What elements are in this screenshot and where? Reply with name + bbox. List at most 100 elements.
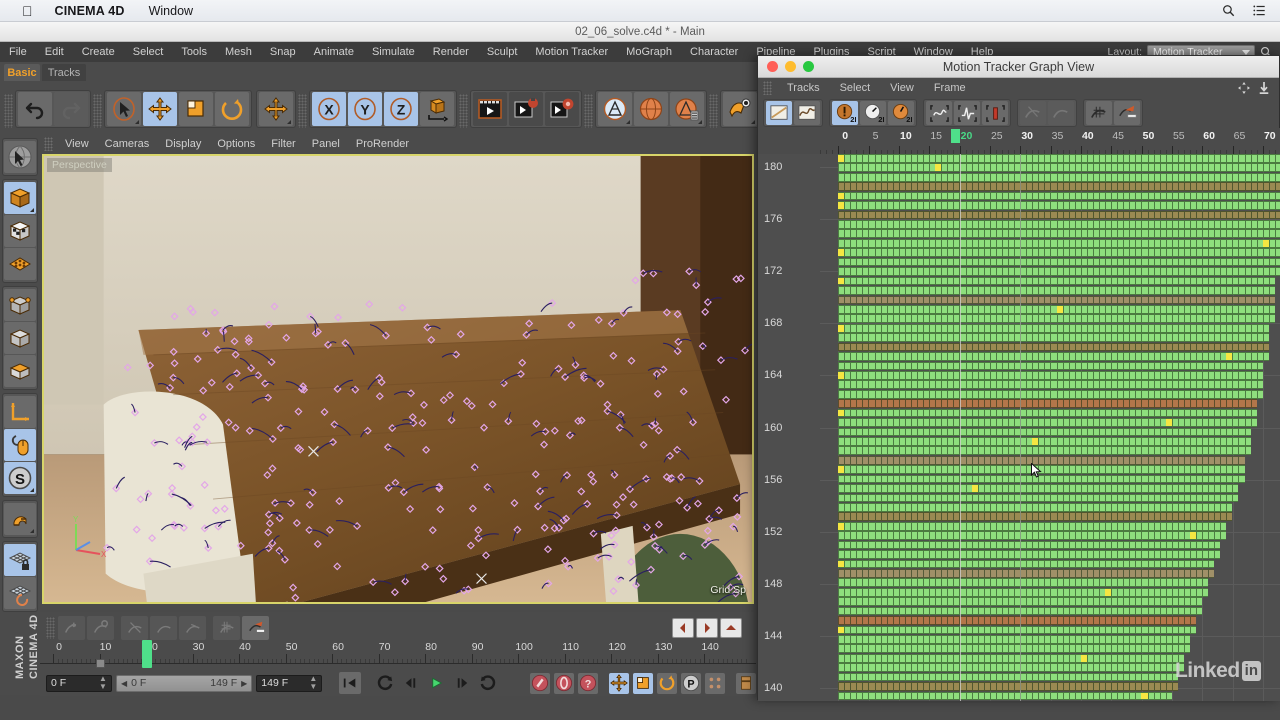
track-filter-icon[interactable] bbox=[1020, 101, 1046, 125]
z-axis-icon[interactable]: Z bbox=[384, 91, 418, 126]
track-row[interactable] bbox=[838, 691, 1172, 701]
edges-mode-icon[interactable] bbox=[4, 289, 36, 321]
track-row[interactable] bbox=[838, 191, 1280, 201]
scale-icon[interactable] bbox=[179, 91, 213, 126]
graph-playhead-marker[interactable] bbox=[950, 129, 960, 143]
step-forward-icon[interactable] bbox=[451, 672, 473, 694]
viewport-grip[interactable] bbox=[44, 137, 53, 151]
toolbar-grip-6[interactable] bbox=[709, 93, 718, 128]
key-param-icon[interactable] bbox=[213, 616, 240, 640]
track-row[interactable] bbox=[838, 493, 1239, 503]
track-row[interactable] bbox=[838, 436, 1251, 446]
mt-menu-select[interactable]: Select bbox=[830, 82, 881, 94]
viewport-canvas[interactable]: Perspective Grid Sp Y X bbox=[42, 154, 754, 604]
timeline-grip[interactable] bbox=[46, 617, 55, 639]
end-frame-field[interactable]: 149 F ▲ ▼ bbox=[256, 674, 323, 692]
viewport-menu-filter[interactable]: Filter bbox=[263, 138, 303, 150]
list-icon[interactable] bbox=[1253, 4, 1266, 17]
select-arrow-icon[interactable] bbox=[107, 91, 141, 126]
track-row[interactable] bbox=[838, 380, 1263, 390]
search-icon[interactable] bbox=[1222, 4, 1235, 17]
motion-tracker-grip[interactable] bbox=[763, 81, 772, 95]
track-row[interactable] bbox=[838, 635, 1190, 644]
track-row[interactable] bbox=[838, 163, 1280, 173]
delete-track-icon[interactable] bbox=[1086, 101, 1112, 125]
render-view-icon[interactable] bbox=[473, 91, 507, 126]
snap-s-icon[interactable]: S bbox=[4, 462, 36, 494]
key-scale-icon[interactable] bbox=[150, 616, 177, 640]
key-pla-icon[interactable] bbox=[242, 616, 269, 640]
track-row[interactable] bbox=[838, 304, 1275, 314]
track-row[interactable] bbox=[838, 672, 1178, 682]
track-row[interactable] bbox=[838, 540, 1221, 550]
live-selection-icon[interactable] bbox=[4, 141, 36, 173]
playhead-marker[interactable] bbox=[142, 640, 152, 668]
undo-icon[interactable] bbox=[18, 91, 52, 126]
track-row[interactable] bbox=[838, 295, 1275, 305]
motion-tracker-title-bar[interactable]: Motion Tracker Graph View bbox=[758, 56, 1279, 78]
error-2d-icon[interactable]: 2D bbox=[832, 101, 858, 125]
track-row[interactable] bbox=[838, 323, 1269, 333]
record-key-icon[interactable] bbox=[530, 672, 550, 694]
track-row[interactable] bbox=[838, 370, 1263, 380]
stepper-icon[interactable]: ▲ ▼ bbox=[99, 675, 107, 691]
keyframe-record-icon[interactable] bbox=[58, 616, 85, 640]
world-axis-icon[interactable] bbox=[4, 396, 36, 428]
autokey-icon[interactable] bbox=[87, 616, 114, 640]
autokeying-icon[interactable] bbox=[553, 672, 574, 694]
menu-mograph[interactable]: MoGraph bbox=[617, 46, 681, 58]
toolbar-grip-2[interactable] bbox=[93, 93, 102, 128]
menu-render[interactable]: Render bbox=[424, 46, 478, 58]
x-axis-icon[interactable]: X bbox=[312, 91, 346, 126]
menu-edit[interactable]: Edit bbox=[36, 46, 73, 58]
viewport-menu-view[interactable]: View bbox=[57, 138, 97, 150]
track-row[interactable] bbox=[838, 399, 1257, 408]
track-row[interactable] bbox=[838, 220, 1280, 229]
next-key-icon[interactable] bbox=[696, 618, 718, 638]
accel-2d-icon[interactable]: 2D bbox=[888, 101, 914, 125]
add-cube-icon[interactable] bbox=[598, 91, 632, 126]
magnet-icon[interactable] bbox=[4, 503, 36, 535]
track-row[interactable] bbox=[838, 154, 1280, 163]
track-row[interactable] bbox=[838, 172, 1280, 182]
polygons-mode-icon[interactable] bbox=[4, 322, 36, 354]
mouse-tool-icon[interactable] bbox=[4, 429, 36, 461]
frame-range-field[interactable]: ◀ 0 F 149 F ▶ bbox=[115, 674, 253, 692]
menu-tools[interactable]: Tools bbox=[172, 46, 216, 58]
track-row[interactable] bbox=[838, 616, 1197, 625]
select-range-icon[interactable] bbox=[982, 101, 1008, 125]
position-key-icon[interactable] bbox=[609, 672, 630, 694]
track-row[interactable] bbox=[838, 521, 1227, 531]
menu-mesh[interactable]: Mesh bbox=[216, 46, 261, 58]
object-axis-mode-icon[interactable] bbox=[4, 355, 36, 387]
go-to-start-icon[interactable] bbox=[339, 672, 361, 694]
graph-time-ruler[interactable]: 0 5 10 15 20 25 30 35 40 45 50 55 60 65 70 bbox=[758, 128, 1280, 154]
track-row[interactable] bbox=[838, 342, 1269, 352]
track-row[interactable] bbox=[838, 248, 1280, 258]
track-row[interactable] bbox=[838, 201, 1280, 210]
graph-plot-canvas[interactable] bbox=[820, 154, 1280, 701]
prev-key-icon[interactable] bbox=[672, 618, 694, 638]
graph-view-icon[interactable] bbox=[766, 101, 792, 125]
texture-mode-icon[interactable] bbox=[4, 215, 36, 247]
track-row[interactable] bbox=[838, 512, 1233, 522]
track-row[interactable] bbox=[838, 182, 1280, 192]
track-row[interactable] bbox=[838, 427, 1251, 437]
track-row[interactable] bbox=[838, 569, 1215, 578]
toolbar-grip-4[interactable] bbox=[459, 93, 468, 128]
viewport-menu-panel[interactable]: Panel bbox=[304, 138, 348, 150]
key-selection-icon[interactable]: ? bbox=[577, 672, 598, 694]
menu-select[interactable]: Select bbox=[124, 46, 173, 58]
track-row[interactable] bbox=[838, 474, 1245, 484]
select-curve-icon[interactable] bbox=[926, 101, 952, 125]
model-mode-icon[interactable] bbox=[4, 182, 36, 214]
track-row[interactable] bbox=[838, 578, 1209, 588]
play-icon[interactable] bbox=[426, 672, 448, 694]
track-row[interactable] bbox=[838, 276, 1275, 286]
menu-character[interactable]: Character bbox=[681, 46, 747, 58]
track-smooth-icon[interactable] bbox=[1048, 101, 1074, 125]
track-row[interactable] bbox=[838, 502, 1233, 512]
rotation-key-icon[interactable] bbox=[657, 672, 677, 694]
track-row[interactable] bbox=[838, 238, 1280, 248]
track-row[interactable] bbox=[838, 465, 1245, 474]
